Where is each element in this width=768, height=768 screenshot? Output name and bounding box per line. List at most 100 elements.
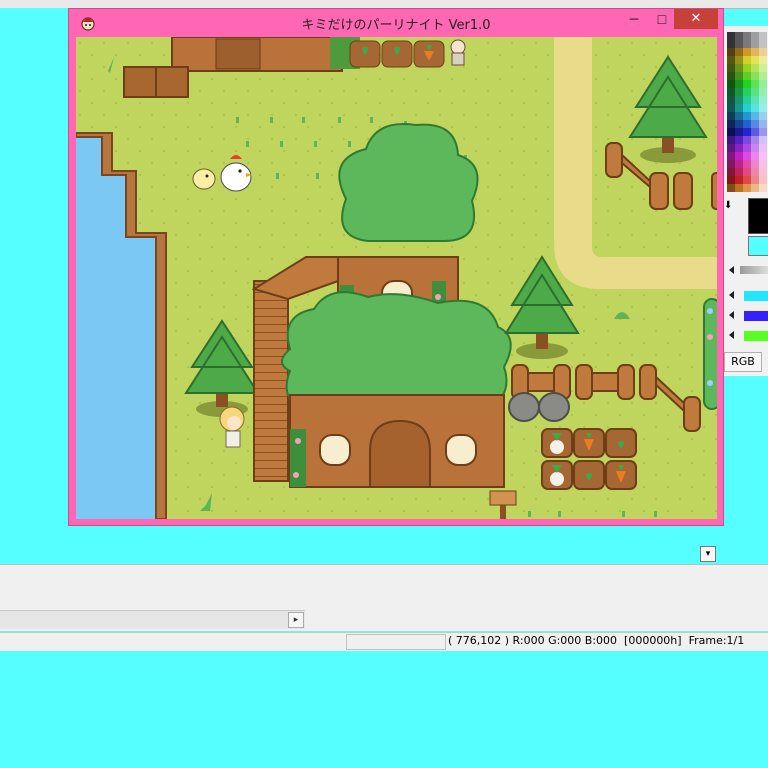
palette-swatch[interactable]: [727, 168, 735, 176]
palette-swatch[interactable]: [727, 96, 735, 104]
game-window[interactable]: キミだけのパーリナイト Ver1.0 ─ ☐ ✕: [68, 8, 724, 526]
palette-swatch[interactable]: [759, 168, 767, 176]
palette-swatch[interactable]: [727, 176, 735, 184]
palette-swatch[interactable]: [735, 112, 743, 120]
horizontal-scrollbar[interactable]: [0, 610, 305, 629]
palette-swatch[interactable]: [727, 144, 735, 152]
palette-swatch[interactable]: [735, 32, 743, 40]
palette-swatch[interactable]: [759, 40, 767, 48]
palette-swatch[interactable]: [751, 128, 759, 136]
palette-swatch[interactable]: [727, 32, 735, 40]
palette-swatch[interactable]: [743, 168, 751, 176]
palette-swatch[interactable]: [751, 32, 759, 40]
palette-swatch[interactable]: [751, 136, 759, 144]
palette-swatch[interactable]: [727, 104, 735, 112]
gray-slider[interactable]: [740, 266, 768, 274]
palette-swatch[interactable]: [743, 152, 751, 160]
palette-swatch[interactable]: [759, 32, 767, 40]
palette-swatch[interactable]: [743, 176, 751, 184]
slider-arrow-icon[interactable]: [729, 266, 734, 274]
palette-swatch[interactable]: [735, 152, 743, 160]
palette-swatch[interactable]: [743, 104, 751, 112]
palette-swatch[interactable]: [759, 80, 767, 88]
palette-swatch[interactable]: [727, 64, 735, 72]
palette-swatch[interactable]: [727, 152, 735, 160]
palette-swatch[interactable]: [727, 48, 735, 56]
minimize-button[interactable]: ─: [621, 11, 647, 31]
palette-swatch[interactable]: [735, 168, 743, 176]
palette-swatch[interactable]: [743, 80, 751, 88]
palette-swatch[interactable]: [751, 104, 759, 112]
palette-swatch[interactable]: [727, 184, 735, 192]
palette-swatch[interactable]: [759, 96, 767, 104]
palette-swatch[interactable]: [751, 120, 759, 128]
scroll-down-icon[interactable]: ▾: [700, 546, 716, 562]
palette-swatch[interactable]: [759, 48, 767, 56]
palette-swatch[interactable]: [743, 32, 751, 40]
secondary-color-swatch[interactable]: [748, 236, 768, 256]
palette-swatch[interactable]: [743, 136, 751, 144]
palette-swatch[interactable]: [751, 64, 759, 72]
color-palette[interactable]: [727, 32, 768, 192]
palette-swatch[interactable]: [735, 104, 743, 112]
palette-swatch[interactable]: [751, 80, 759, 88]
palette-swatch[interactable]: [751, 56, 759, 64]
palette-swatch[interactable]: [751, 152, 759, 160]
palette-swatch[interactable]: [735, 56, 743, 64]
palette-swatch[interactable]: [759, 128, 767, 136]
palette-swatch[interactable]: [735, 88, 743, 96]
palette-swatch[interactable]: [735, 40, 743, 48]
palette-swatch[interactable]: [743, 48, 751, 56]
palette-swatch[interactable]: [727, 136, 735, 144]
palette-swatch[interactable]: [727, 88, 735, 96]
close-button[interactable]: ✕: [674, 9, 718, 29]
palette-swatch[interactable]: [735, 184, 743, 192]
palette-swatch[interactable]: [743, 120, 751, 128]
palette-swatch[interactable]: [743, 64, 751, 72]
palette-swatch[interactable]: [727, 160, 735, 168]
palette-swatch[interactable]: [735, 48, 743, 56]
palette-swatch[interactable]: [743, 184, 751, 192]
palette-swatch[interactable]: [735, 160, 743, 168]
palette-swatch[interactable]: [735, 80, 743, 88]
palette-swatch[interactable]: [735, 96, 743, 104]
palette-swatch[interactable]: [735, 128, 743, 136]
primary-color-swatch[interactable]: [748, 198, 768, 234]
palette-swatch[interactable]: [743, 40, 751, 48]
game-viewport[interactable]: [76, 37, 717, 519]
palette-swatch[interactable]: [727, 120, 735, 128]
palette-swatch[interactable]: [759, 104, 767, 112]
palette-swatch[interactable]: [759, 64, 767, 72]
palette-swatch[interactable]: [751, 96, 759, 104]
palette-swatch[interactable]: [735, 120, 743, 128]
palette-swatch[interactable]: [759, 160, 767, 168]
palette-swatch[interactable]: [743, 128, 751, 136]
palette-swatch[interactable]: [735, 144, 743, 152]
palette-swatch[interactable]: [759, 56, 767, 64]
maximize-button[interactable]: ☐: [649, 11, 675, 31]
palette-swatch[interactable]: [743, 88, 751, 96]
palette-swatch[interactable]: [759, 136, 767, 144]
slider-arrow-icon[interactable]: [729, 291, 734, 299]
palette-swatch[interactable]: [759, 112, 767, 120]
palette-swatch[interactable]: [727, 72, 735, 80]
palette-swatch[interactable]: [735, 136, 743, 144]
palette-swatch[interactable]: [759, 120, 767, 128]
slider-arrow-icon[interactable]: [729, 311, 734, 319]
palette-swatch[interactable]: [727, 80, 735, 88]
palette-swatch[interactable]: [751, 168, 759, 176]
palette-swatch[interactable]: [751, 40, 759, 48]
slider-arrow-icon[interactable]: [729, 331, 734, 339]
palette-swatch[interactable]: [751, 176, 759, 184]
palette-swatch[interactable]: [751, 184, 759, 192]
palette-swatch[interactable]: [735, 64, 743, 72]
palette-swatch[interactable]: [727, 128, 735, 136]
blue-color-bar[interactable]: [744, 311, 768, 321]
title-bar[interactable]: キミだけのパーリナイト Ver1.0 ─ ☐ ✕: [69, 9, 723, 37]
palette-swatch[interactable]: [751, 112, 759, 120]
palette-swatch[interactable]: [727, 112, 735, 120]
palette-swatch[interactable]: [727, 56, 735, 64]
palette-swatch[interactable]: [743, 72, 751, 80]
palette-swatch[interactable]: [759, 152, 767, 160]
palette-swatch[interactable]: [759, 88, 767, 96]
